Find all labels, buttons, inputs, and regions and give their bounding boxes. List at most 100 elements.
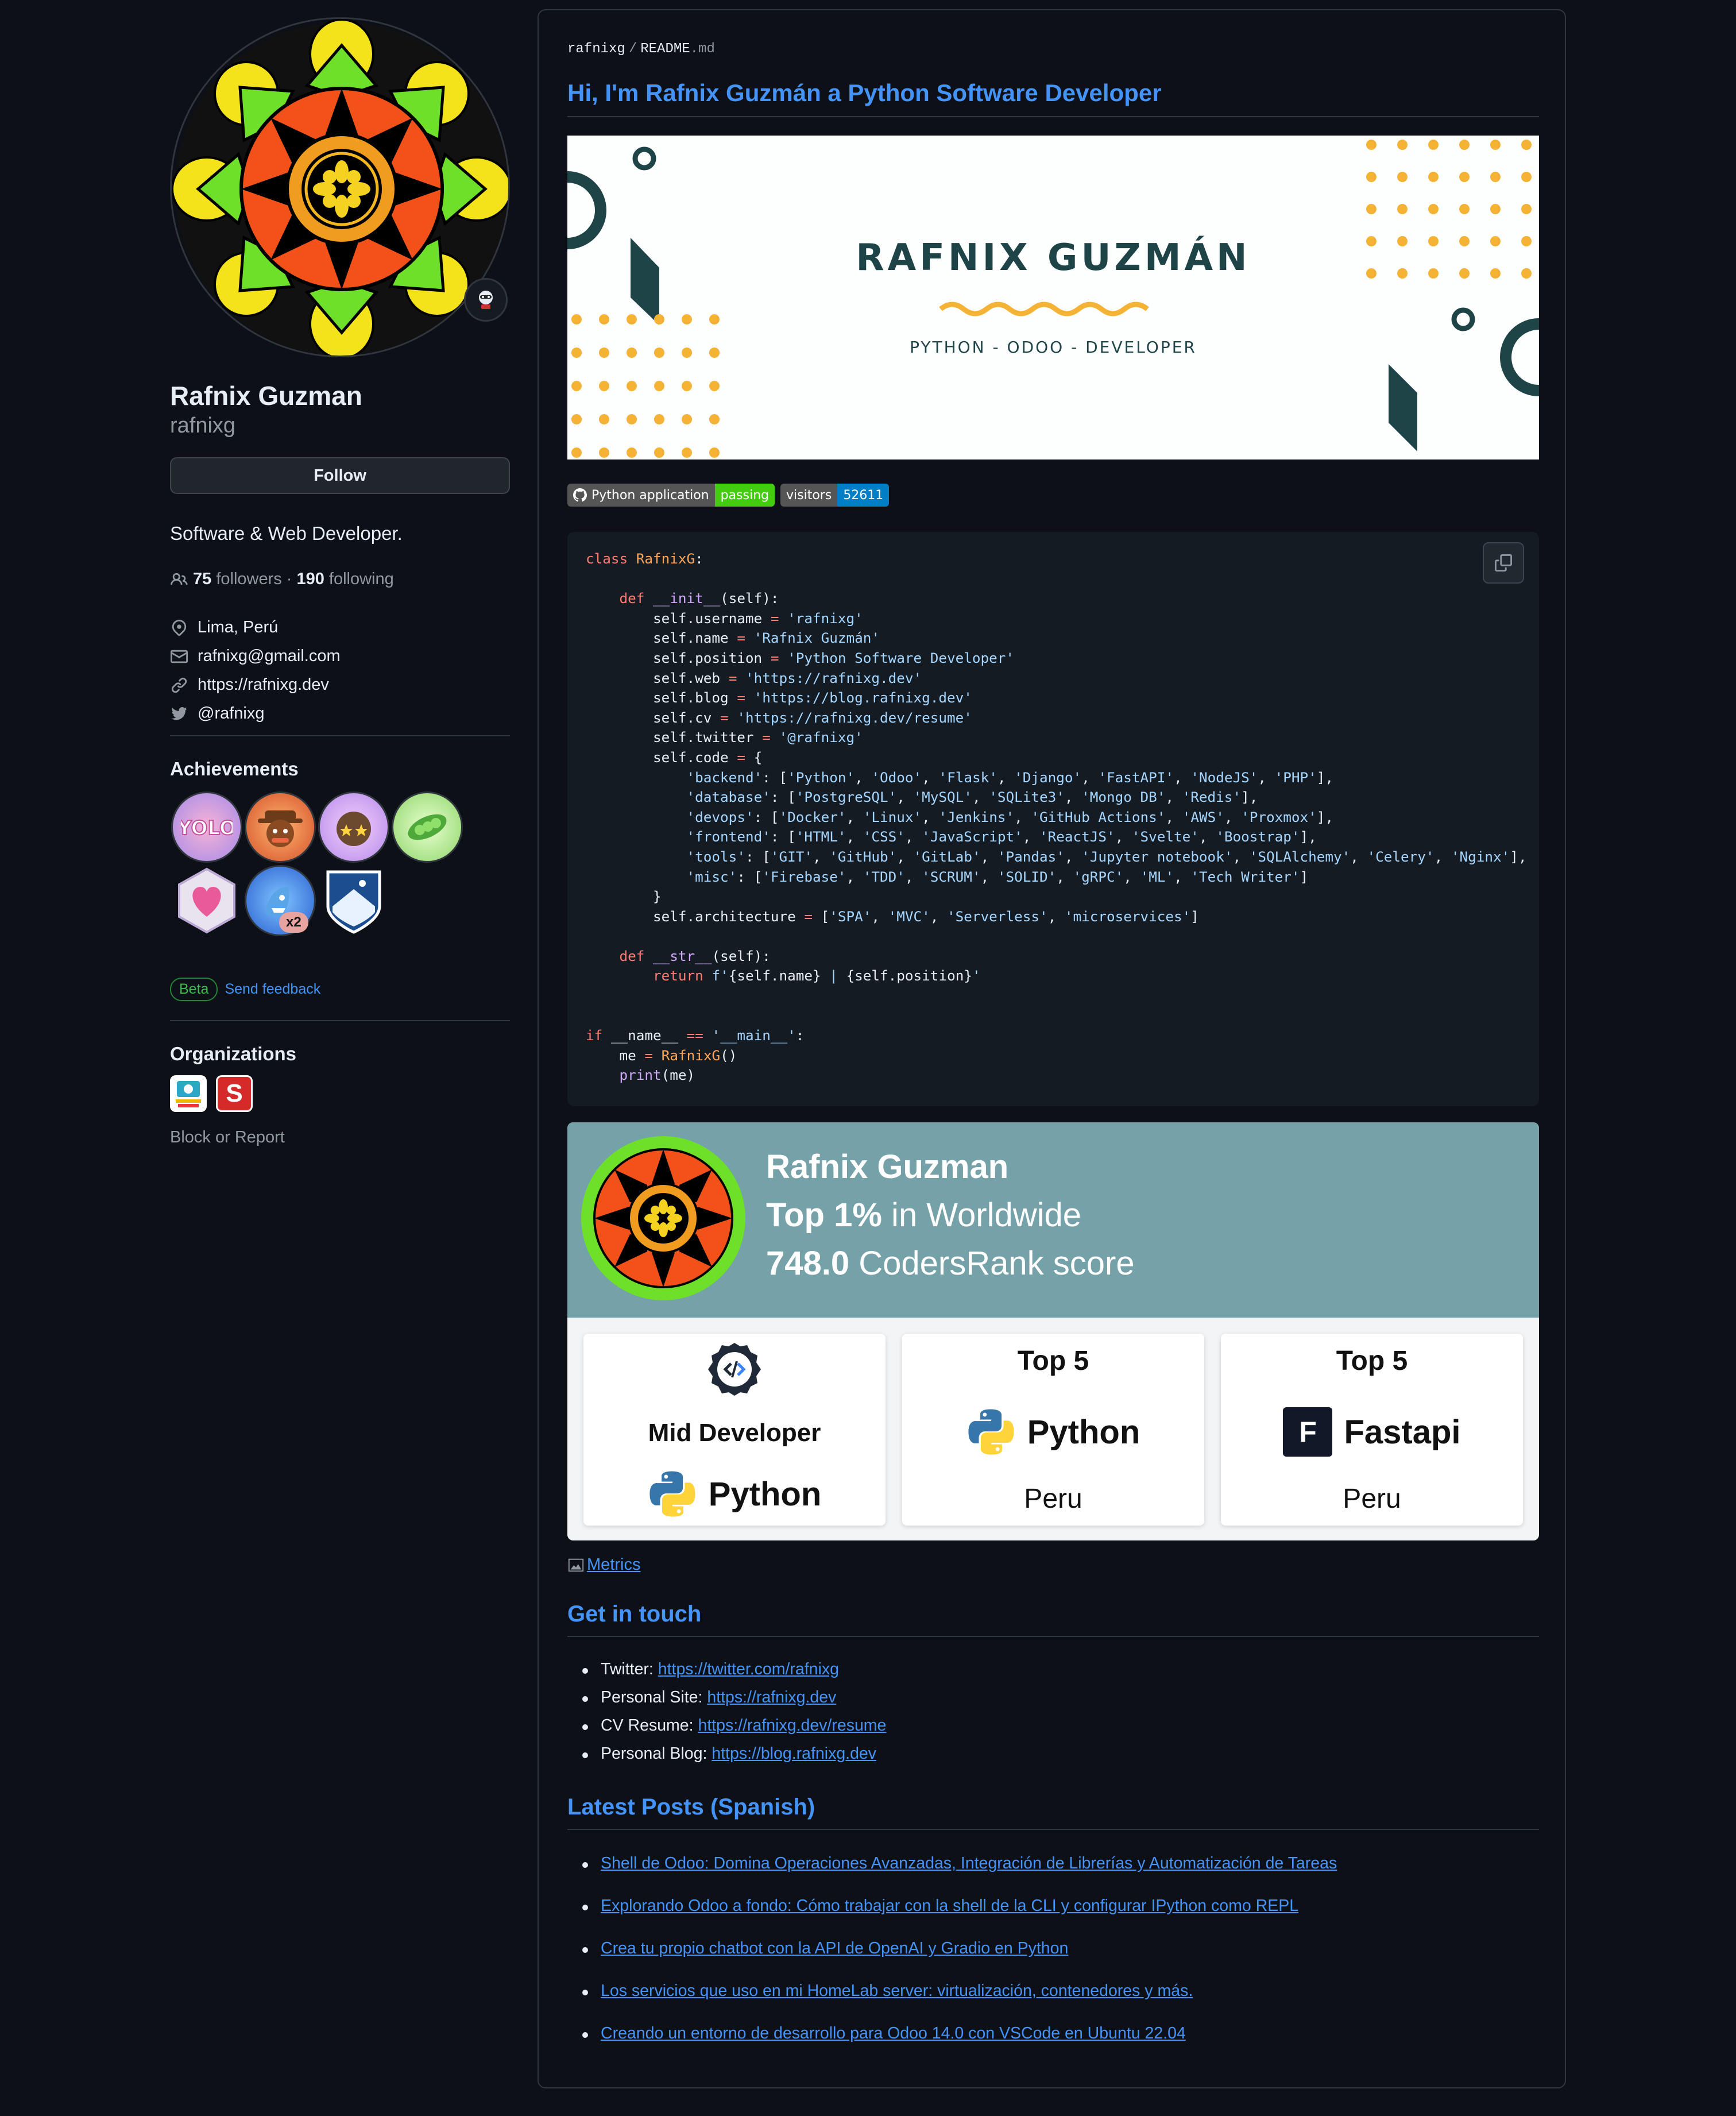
readme-panel: rafnixg / README.md Hi, I'm Rafnix Guzmán … — [538, 9, 1566, 2088]
twitter-handle[interactable]: @rafnixg — [198, 704, 264, 723]
website-link[interactable]: https://rafnixg.dev — [198, 675, 329, 694]
pair-extraordinaire-badge-icon[interactable] — [392, 791, 463, 863]
post-link[interactable]: Explorando Odoo a fondo: Cómo trabajar c… — [601, 1897, 1298, 1915]
banner-dot — [627, 381, 637, 391]
banner-dot — [599, 447, 609, 458]
banner-dot — [1366, 140, 1377, 150]
organizations-title: Organizations — [170, 1043, 297, 1064]
banner-dot — [1397, 140, 1408, 150]
codersrank-top-label: Top 5 — [1336, 1346, 1408, 1376]
codersrank-header: Rafnix Guzman Top 1% in Worldwide 748.0 … — [567, 1122, 1539, 1318]
achievement-multiplier: x2 — [279, 912, 308, 933]
beta-feedback: Beta Send feedback — [170, 978, 320, 1001]
achievements-title: Achievements — [170, 758, 299, 779]
divider — [170, 1020, 510, 1021]
python-icon — [966, 1407, 1016, 1457]
banner-dot — [682, 314, 692, 325]
location-icon — [170, 619, 188, 637]
codersrank-location: Peru — [1343, 1484, 1401, 1514]
post-link[interactable]: Los servicios que uso en mi HomeLab serv… — [601, 1982, 1193, 2000]
copy-button[interactable] — [1483, 542, 1524, 584]
status-emoji-icon[interactable] — [464, 278, 508, 322]
resume-link[interactable]: https://rafnixg.dev/resume — [698, 1716, 886, 1735]
banner-dot — [654, 414, 664, 424]
banner-dot — [1397, 172, 1408, 182]
banner-dot — [599, 314, 609, 325]
twitter-link[interactable]: https://twitter.com/rafnixg — [658, 1660, 839, 1678]
codersrank-avatar — [581, 1136, 745, 1300]
location-text: Lima, Perú — [198, 618, 279, 636]
banner-dot — [599, 381, 609, 391]
banner-dot — [627, 447, 637, 458]
beta-label: Beta — [170, 978, 218, 1001]
banner-dot — [709, 314, 720, 325]
list-item: Twitter: https://twitter.com/rafnixg — [569, 1660, 886, 1688]
list-item: Personal Site: https://rafnixg.dev — [569, 1688, 886, 1716]
contact-heading: Get in touch — [567, 1601, 702, 1627]
shield-value: 52611 — [837, 484, 890, 507]
email-link[interactable]: rafnixg@gmail.com — [198, 647, 341, 666]
people-icon — [170, 570, 188, 589]
banner-dot — [571, 414, 582, 424]
send-feedback-link[interactable]: Send feedback — [225, 981, 320, 998]
blog-link[interactable]: https://blog.rafnixg.dev — [712, 1744, 876, 1763]
banner-title: RAFNIX GUZMÁN — [856, 237, 1251, 279]
banner-dot — [627, 414, 637, 424]
page: Rafnix Guzman rafnixg Follow Software & … — [0, 0, 1736, 2116]
codersrank-rank: Top 1% in Worldwide — [766, 1196, 1082, 1234]
post-link[interactable]: Shell de Odoo: Domina Operaciones Avanza… — [601, 1854, 1337, 1872]
profile-name: Rafnix Guzman — [170, 381, 362, 411]
twitter-item[interactable]: @rafnixg — [170, 704, 264, 723]
metrics-image-link[interactable]: Metrics — [567, 1555, 640, 1574]
codersrank-language: Python — [902, 1407, 1204, 1457]
org-tdev-avatar[interactable] — [170, 1075, 207, 1112]
visitors-shield[interactable]: visitors 52611 — [780, 484, 890, 507]
codersrank-score: 748.0 CodersRank score — [766, 1245, 1135, 1282]
list-item: CV Resume: https://rafnixg.dev/resume — [569, 1716, 886, 1744]
heart-on-sleeve-badge-icon[interactable] — [171, 865, 242, 936]
codersrank-location: Peru — [1024, 1484, 1082, 1514]
email-item[interactable]: rafnixg@gmail.com — [170, 647, 341, 666]
banner-dot — [654, 381, 664, 391]
website-item[interactable]: https://rafnixg.dev — [170, 675, 329, 694]
link-icon — [170, 676, 188, 694]
codersrank-card-python: Top 5 Python Peru — [902, 1334, 1204, 1526]
fastapi-icon: F — [1283, 1407, 1333, 1457]
breadcrumb-user[interactable]: rafnixg — [567, 41, 625, 57]
posts-list: Shell de Odoo: Domina Operaciones Avanza… — [569, 1854, 1337, 2067]
post-link[interactable]: Creando un entorno de desarrollo para Od… — [601, 2024, 1186, 2042]
build-status-shield[interactable]: Python application passing — [567, 484, 775, 507]
yolo-badge-icon[interactable]: YOLO — [171, 791, 242, 863]
starstruck-badge-icon[interactable] — [318, 791, 389, 863]
block-report-link[interactable]: Block or Report — [170, 1128, 285, 1147]
heading-underline — [567, 116, 1539, 117]
contact-list: Twitter: https://twitter.com/rafnixg Per… — [569, 1660, 886, 1773]
shield-value: passing — [714, 484, 775, 507]
banner-dot — [1366, 204, 1377, 214]
follow-button[interactable]: Follow — [170, 457, 510, 494]
codersrank-top-label: Top 5 — [1017, 1346, 1089, 1376]
arctic-code-vault-badge-icon[interactable] — [318, 865, 389, 936]
codersrank-card-level: Mid Developer Python — [583, 1334, 886, 1526]
banner-dot — [1490, 140, 1501, 150]
followers-link[interactable]: 75 followers — [193, 570, 282, 589]
twitter-icon — [170, 705, 188, 723]
breadcrumb: rafnixg / README.md — [567, 41, 715, 57]
github-icon — [573, 488, 587, 502]
pull-shark-cowboy-badge-icon[interactable] — [245, 791, 316, 863]
readme-heading: Hi, I'm Rafnix Guzmán a Python Software … — [567, 79, 1162, 106]
banner-dot — [571, 314, 582, 325]
follow-stats: 75 followers · 190 following — [170, 570, 394, 589]
post-link[interactable]: Crea tu propio chatbot con la API de Ope… — [601, 1939, 1068, 1957]
posts-heading: Latest Posts (Spanish) — [567, 1794, 815, 1820]
banner-dot — [1459, 140, 1470, 150]
shield-label: Python application — [591, 488, 709, 503]
following-link[interactable]: 190 following — [296, 570, 393, 589]
banner-dot — [1459, 204, 1470, 214]
codersrank-name: Rafnix Guzman — [766, 1148, 1009, 1186]
banner-dot — [709, 414, 720, 424]
codersrank-widget[interactable]: Rafnix Guzman Top 1% in Worldwide 748.0 … — [567, 1122, 1539, 1540]
site-link[interactable]: https://rafnixg.dev — [707, 1688, 836, 1706]
org-s-avatar[interactable]: S — [216, 1075, 253, 1112]
profile-avatar[interactable] — [170, 17, 510, 357]
